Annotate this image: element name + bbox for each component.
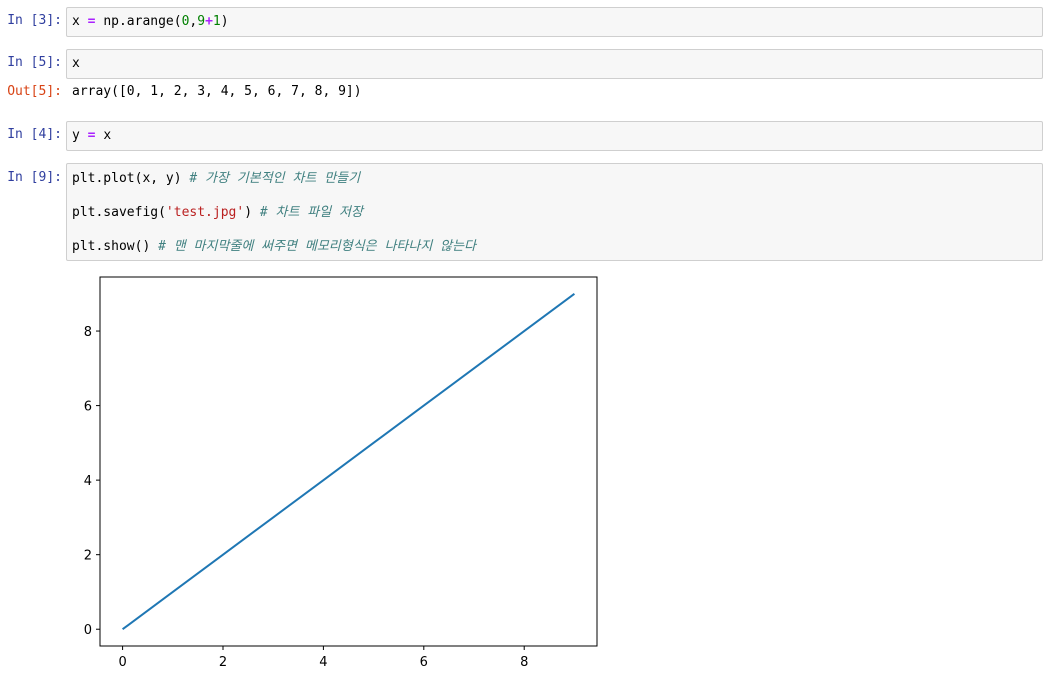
y-tick-label: 8 [84, 325, 92, 340]
line-chart: 0 2 4 6 8 0 2 4 6 8 [84, 276, 598, 670]
code-editor[interactable]: x [66, 49, 1043, 79]
x-tick-label: 2 [219, 655, 227, 670]
code-line: plt.savefig('test.jpg') # 차트 파일 저장 [72, 205, 363, 220]
x-tick-label: 8 [520, 655, 528, 670]
code-line: plt.show() # 맨 마지막줄에 써주면 메모리형식은 나타나지 않는다 [72, 239, 477, 254]
code-line: x [72, 56, 80, 71]
output-prompt: Out[5]: [7, 84, 62, 99]
input-prompt: In [3]: [7, 13, 62, 28]
code-line: y = x [72, 128, 112, 143]
code-editor[interactable]: plt.plot(x, y) # 가장 기본적인 차트 만들기 plt.save… [66, 163, 1043, 261]
code-editor[interactable]: x = np.arange(0,9+1) [66, 7, 1043, 37]
x-tick-label: 0 [118, 655, 126, 670]
code-line: plt.plot(x, y) # 가장 기본적인 차트 만들기 [72, 171, 361, 186]
code-editor[interactable]: y = x [66, 121, 1043, 151]
input-prompt: In [4]: [7, 127, 62, 142]
y-tick-label: 0 [84, 623, 92, 638]
y-tick-label: 6 [84, 400, 92, 415]
y-tick-label: 4 [84, 474, 92, 489]
code-line: x = np.arange(0,9+1) [72, 14, 229, 29]
x-tick-label: 6 [420, 655, 428, 670]
input-prompt: In [9]: [7, 170, 62, 185]
output-text: array([0, 1, 2, 3, 4, 5, 6, 7, 8, 9]) [72, 84, 362, 99]
y-tick-label: 2 [84, 549, 92, 564]
x-tick-label: 4 [319, 655, 327, 670]
input-prompt: In [5]: [7, 55, 62, 70]
